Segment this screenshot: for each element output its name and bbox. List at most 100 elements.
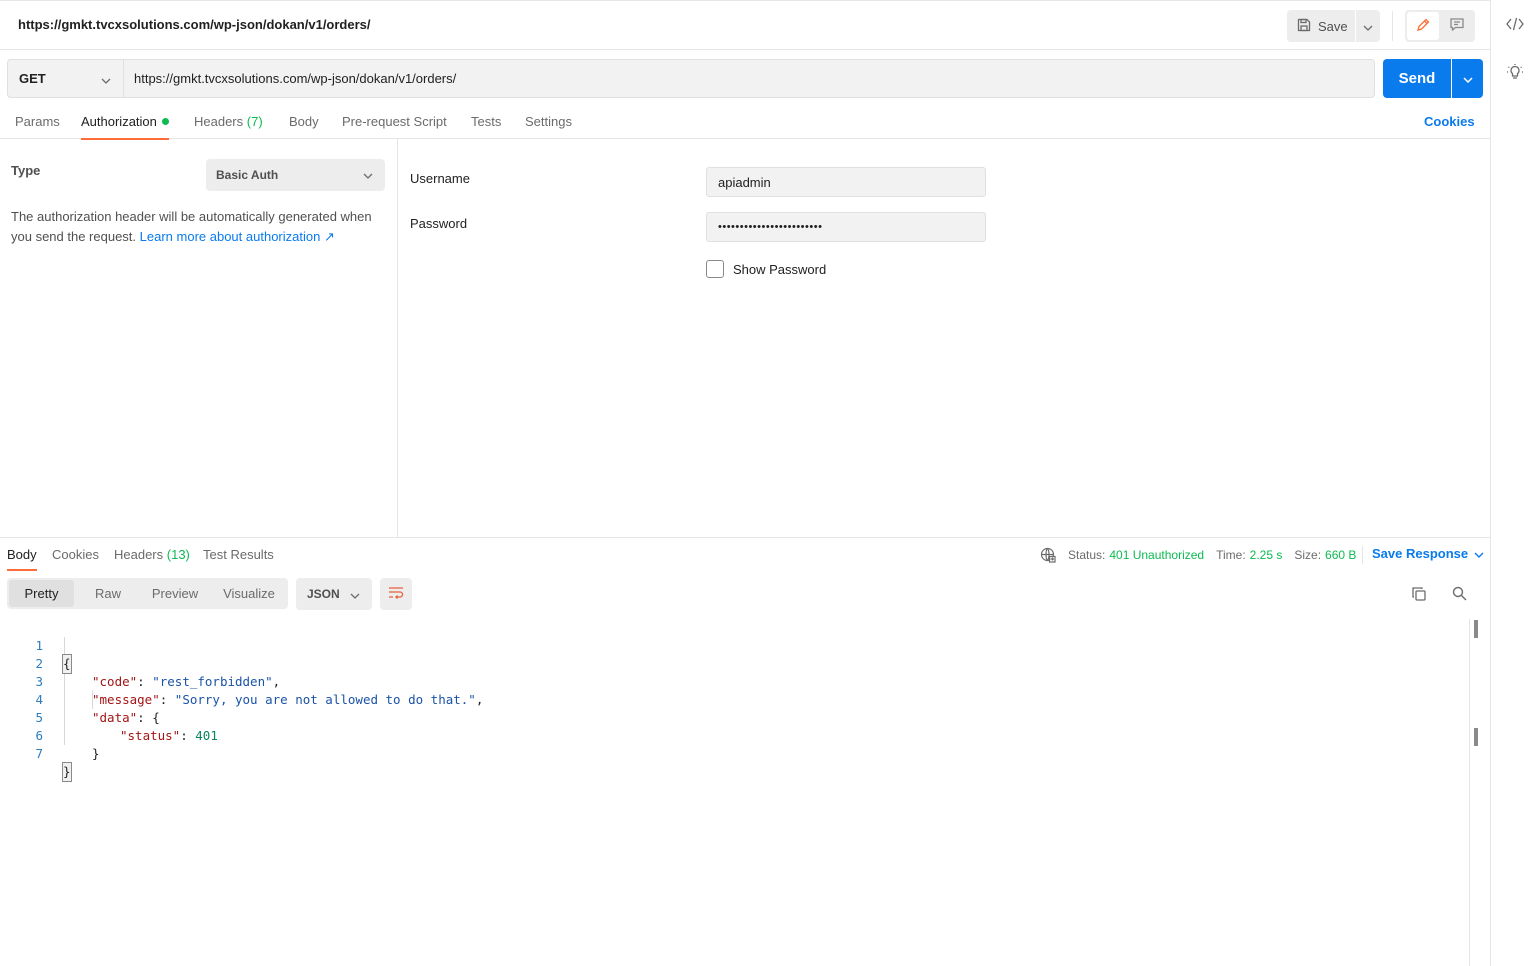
tab-pre-request-script[interactable]: Pre-request Script: [342, 114, 447, 139]
view-visualize[interactable]: Visualize: [212, 580, 286, 607]
size-value[interactable]: 660 B: [1325, 548, 1356, 562]
code-line: 2 "code": "rest_forbidden",: [0, 637, 280, 689]
indent-guide: [64, 637, 65, 745]
divider: [1392, 11, 1393, 41]
json-value: "rest_forbidden": [152, 674, 273, 689]
comment-icon: [1450, 18, 1464, 34]
auth-type-select[interactable]: Basic Auth: [206, 159, 385, 191]
code-text: "status": 401: [120, 728, 218, 743]
documentation-button[interactable]: [1503, 61, 1527, 85]
save-options-button[interactable]: [1356, 10, 1380, 42]
json-key: "status": [120, 728, 181, 743]
format-select[interactable]: JSON: [296, 578, 372, 610]
tab-headers-count: (7): [246, 114, 263, 129]
response-tab-headers[interactable]: Headers (13): [114, 547, 190, 571]
tab-tests[interactable]: Tests: [471, 114, 501, 139]
auth-type-panel: Type Basic Auth The authorization header…: [0, 139, 398, 537]
json-key: "data": [92, 710, 138, 725]
method-select[interactable]: GET: [7, 59, 123, 98]
pencil-icon: [1416, 18, 1430, 35]
tab-authorization-label: Authorization: [81, 114, 157, 129]
chevron-down-icon: [1363, 19, 1373, 34]
tab-body[interactable]: Body: [289, 114, 319, 139]
response-tab-cookies[interactable]: Cookies: [52, 547, 99, 571]
request-tab-title[interactable]: https://gmkt.tvcxsolutions.com/wp-json/d…: [18, 17, 371, 32]
username-label: Username: [410, 171, 470, 186]
copy-button[interactable]: [1408, 584, 1430, 606]
tab-settings[interactable]: Settings: [525, 114, 572, 139]
view-preview[interactable]: Preview: [140, 580, 210, 607]
globe-icon[interactable]: [1040, 547, 1056, 563]
response-tab-test-results[interactable]: Test Results: [203, 547, 274, 571]
code-line: 6 }: [0, 709, 99, 761]
auth-type-label: Type: [11, 163, 41, 178]
scrollbar-marker: [1474, 620, 1478, 638]
save-button[interactable]: Save: [1287, 10, 1355, 42]
request-tabs: Params Authorization Headers (7) Body Pr…: [0, 104, 1490, 140]
view-pretty[interactable]: Pretty: [9, 580, 74, 607]
save-label: Save: [1318, 18, 1348, 34]
chevron-down-icon: [350, 588, 360, 602]
chevron-down-icon: [363, 168, 373, 182]
json-value: "Sorry, you are not allowed to do that.": [174, 692, 476, 707]
view-raw[interactable]: Raw: [76, 580, 140, 607]
status-value[interactable]: 401 Unauthorized: [1109, 548, 1204, 562]
password-label: Password: [410, 216, 468, 231]
code-snippet-button[interactable]: [1503, 13, 1527, 37]
password-field[interactable]: ••••••••••••••••••••••••: [706, 212, 986, 242]
code-icon: [1506, 17, 1524, 34]
request-tab-bar: https://gmkt.tvcxsolutions.com/wp-json/d…: [0, 0, 1490, 50]
show-password-label: Show Password: [733, 261, 827, 277]
wrap-lines-button[interactable]: [380, 578, 412, 610]
send-options-button[interactable]: [1452, 59, 1483, 98]
tab-params[interactable]: Params: [15, 114, 60, 139]
scrollbar-track[interactable]: [1469, 619, 1470, 966]
method-value: GET: [19, 71, 46, 86]
url-input[interactable]: https://gmkt.tvcxsolutions.com/wp-json/d…: [123, 59, 1375, 98]
checkbox[interactable]: [706, 260, 724, 278]
show-password-checkbox[interactable]: Show Password: [706, 260, 826, 278]
code-line: 3 "message": "Sorry, you are not allowed…: [0, 655, 483, 707]
search-icon: [1452, 586, 1467, 604]
time-value[interactable]: 2.25 s: [1250, 548, 1283, 562]
learn-more-link[interactable]: Learn more about authorization ↗: [140, 229, 335, 244]
json-key: "message": [92, 692, 160, 707]
time-label: Time:: [1216, 548, 1246, 562]
mode-toggle: [1405, 10, 1475, 42]
save-response-button[interactable]: Save Response: [1372, 546, 1484, 561]
wrap-lines-icon: [388, 586, 404, 603]
code-line: 7 }: [0, 727, 72, 782]
code-text: "message": "Sorry, you are not allowed t…: [92, 692, 484, 707]
response-tabs: Body Cookies Headers (13) Test Results S…: [0, 537, 1490, 571]
code-text: "code": "rest_forbidden",: [92, 674, 281, 689]
save-response-label: Save Response: [1372, 546, 1469, 561]
json-key: "code": [92, 674, 138, 689]
size-label: Size:: [1294, 548, 1322, 562]
tab-headers-label: Headers: [194, 114, 244, 129]
comments-mode-button[interactable]: [1441, 12, 1473, 40]
json-value: 401: [195, 728, 218, 743]
response-tab-body[interactable]: Body: [7, 547, 37, 571]
response-view-selector: Pretty Raw Preview Visualize: [7, 578, 288, 609]
tab-authorization[interactable]: Authorization: [81, 114, 169, 140]
auth-fields-panel: Username apiadmin Password •••••••••••••…: [398, 139, 1490, 537]
tab-headers[interactable]: Headers (7): [194, 114, 263, 139]
right-sidebar: [1490, 0, 1538, 966]
status-label: Status:: [1068, 548, 1106, 562]
code-line: 4 "data": {: [0, 673, 159, 725]
response-meta: Status: 401 Unauthorized Time: 2.25 s Si…: [1040, 547, 1356, 563]
lightbulb-icon: [1506, 63, 1524, 84]
cookies-link[interactable]: Cookies: [1424, 114, 1475, 129]
search-button[interactable]: [1448, 584, 1470, 606]
line-number: 7: [35, 746, 43, 761]
response-tab-headers-count: (13): [166, 547, 190, 562]
chevron-down-icon: [101, 72, 111, 87]
auth-description: The authorization header will be automat…: [11, 207, 381, 247]
code-text: {: [62, 654, 72, 674]
edit-mode-button[interactable]: [1407, 12, 1439, 40]
format-value: JSON: [307, 587, 340, 601]
code-text: }: [62, 762, 72, 782]
username-field[interactable]: apiadmin: [706, 167, 986, 197]
scrollbar-marker: [1474, 728, 1478, 746]
send-button[interactable]: Send: [1383, 59, 1451, 98]
